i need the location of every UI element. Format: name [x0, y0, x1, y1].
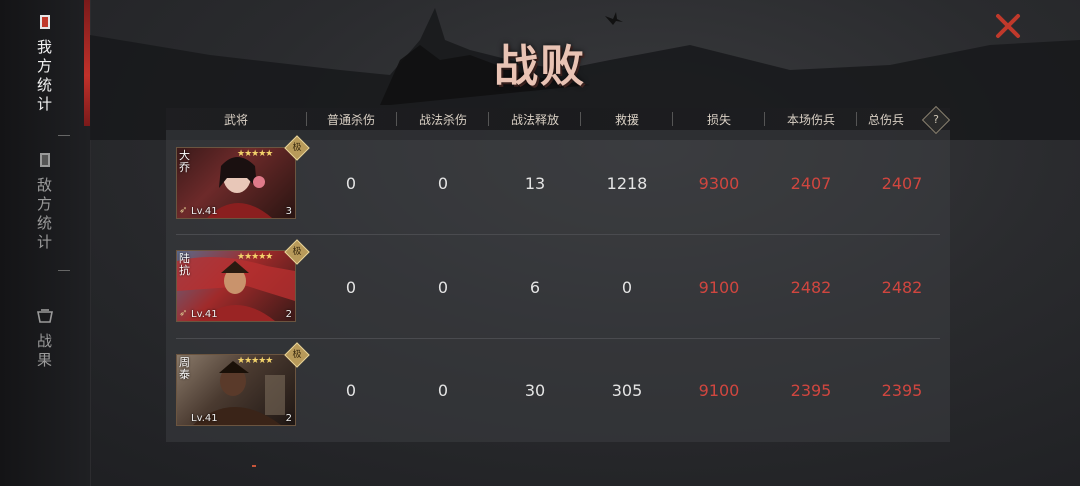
tab-label-char: 统 [36, 76, 53, 94]
tactic-cast-value: 30 [524, 381, 546, 400]
normal-kill-value: 0 [345, 278, 357, 297]
loss-value: 9100 [698, 381, 740, 400]
total-wounded-value: 2482 [881, 278, 923, 297]
badge-label: 极 [292, 247, 302, 257]
divider [396, 112, 397, 126]
general-portrait[interactable]: 周泰 ★★★★★ Lv.41 2 [176, 354, 296, 426]
normal-kill-value: 0 [345, 381, 357, 400]
tab-label-char: 果 [36, 351, 53, 369]
general-portrait[interactable]: 大乔 ★★★★★ ➶ Lv.41 3 [176, 147, 296, 219]
header-tactic-kill: 战法杀伤 [418, 113, 467, 127]
normal-kill-value: 0 [345, 174, 357, 193]
tab-my-stats[interactable]: 我 方 统 计 [0, 14, 90, 114]
header-normal-kill: 普通杀伤 [326, 113, 375, 127]
tab-label-char: 敌 [36, 176, 53, 194]
header-total-wounded: 总伤兵 [867, 113, 904, 127]
divider [58, 135, 70, 136]
divider [306, 112, 307, 126]
divider [58, 270, 70, 271]
tactic-kill-value: 0 [437, 174, 449, 193]
header-battle-wounded: 本场伤兵 [786, 113, 835, 127]
row-divider [176, 338, 940, 339]
general-level: Lv.41 [191, 309, 218, 320]
divider [764, 112, 765, 126]
page-title: 战败 [494, 41, 586, 92]
bird-icon [605, 12, 623, 25]
badge-label: 极 [292, 350, 302, 360]
badge-label: 极 [292, 143, 302, 153]
tab-label-char: 战 [36, 332, 53, 350]
tactic-kill-value: 0 [437, 381, 449, 400]
battle-wounded-value: 2482 [790, 278, 832, 297]
star-rating: ★★★★★ [237, 356, 273, 366]
divider [488, 112, 489, 126]
general-name: 周泰 [179, 356, 190, 381]
row-divider [176, 234, 940, 235]
tab-label-char: 统 [36, 214, 53, 232]
tactic-cast-value: 6 [529, 278, 541, 297]
total-wounded-value: 2395 [881, 381, 923, 400]
star-rating: ★★★★★ [237, 149, 273, 159]
tab-enemy-stats[interactable]: 敌 方 统 计 [0, 152, 90, 252]
header-loss: 损失 [706, 113, 731, 127]
battle-wounded-value: 2395 [790, 381, 832, 400]
general-count: 2 [285, 309, 292, 320]
tab-label-char: 方 [36, 57, 53, 75]
close-button[interactable] [994, 12, 1022, 40]
general-count: 3 [285, 206, 292, 217]
loss-value: 9100 [698, 278, 740, 297]
tab-label-char: 方 [36, 195, 53, 213]
help-label: ? [933, 113, 939, 126]
general-count: 2 [285, 413, 292, 424]
tab-battle-result[interactable]: 战 果 [0, 308, 90, 370]
bow-icon: ➶ [179, 308, 188, 319]
rescue-value: 305 [611, 381, 643, 400]
tactic-cast-value: 13 [524, 174, 546, 193]
header-general: 武将 [223, 113, 248, 127]
tab-label-char: 计 [36, 95, 53, 113]
tab-label-char: 我 [36, 38, 53, 56]
rescue-value: 0 [621, 278, 633, 297]
divider [580, 112, 581, 126]
divider [672, 112, 673, 126]
star-rating: ★★★★★ [237, 252, 273, 262]
tab-label-char: 计 [36, 233, 53, 251]
loss-value: 9300 [698, 174, 740, 193]
general-name: 大乔 [179, 149, 190, 174]
general-level: Lv.41 [191, 413, 218, 424]
card-icon [40, 15, 50, 29]
header-rescue: 救援 [614, 113, 639, 127]
rescue-value: 1218 [606, 174, 648, 193]
general-level: Lv.41 [191, 206, 218, 217]
decorative-dot [252, 465, 256, 467]
general-name: 陆抗 [179, 252, 190, 277]
card-icon [40, 153, 50, 167]
header-tactic-cast: 战法释放 [510, 113, 559, 127]
total-wounded-value: 2407 [881, 174, 923, 193]
general-portrait[interactable]: 陆抗 ★★★★★ ➶ Lv.41 2 [176, 250, 296, 322]
basket-icon [37, 309, 53, 323]
tactic-kill-value: 0 [437, 278, 449, 297]
battle-wounded-value: 2407 [790, 174, 832, 193]
bow-icon: ➶ [179, 205, 188, 216]
